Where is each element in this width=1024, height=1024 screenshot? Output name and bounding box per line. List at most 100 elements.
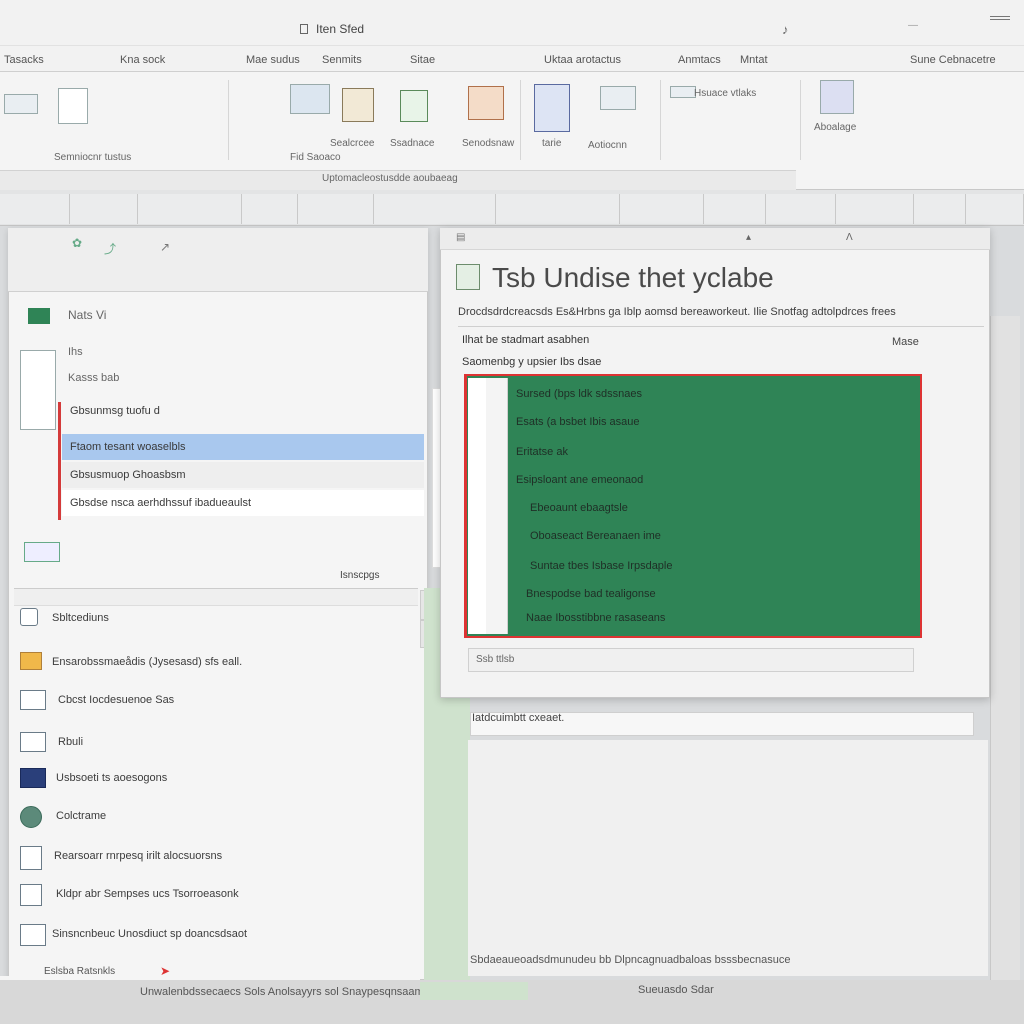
preview-line: Ebeoaunt ebaagtsle [530, 502, 628, 514]
dialog-title: Tsb Undise thet yclabe [492, 262, 774, 293]
column-header[interactable] [242, 194, 298, 224]
ribbon-group-label: Aotiocnn [588, 140, 627, 151]
option-row[interactable]: Rearsoarr rnrpesq irilt alocsuorsns [20, 842, 400, 872]
layout-icon[interactable] [600, 86, 636, 110]
option-label: Rbuli [58, 736, 84, 748]
status-text: Iatdcuimbtt cxeaet. [472, 712, 565, 724]
star-icon[interactable]: ✿ [72, 236, 82, 250]
tab-7[interactable]: Anmtacs [678, 54, 721, 66]
column-header[interactable] [766, 194, 836, 224]
group-divider [800, 80, 801, 160]
column-header[interactable] [374, 194, 496, 224]
option-label: Colctrame [56, 810, 107, 822]
table-icon[interactable] [290, 84, 330, 114]
list-item-selected[interactable]: Ftaom tesant woaselbls [62, 434, 424, 460]
column-header[interactable] [836, 194, 914, 224]
content-pane [468, 740, 988, 976]
right-dialog-toolbar [440, 228, 990, 250]
column-header[interactable] [914, 194, 966, 224]
dropdown-label[interactable]: Isnscpgs [340, 570, 379, 581]
preview-line: Oboaseact Bereanaen ime [530, 530, 661, 542]
ribbon-group-label: Sealcrcee [330, 138, 375, 149]
status-text: Unwalenbdssecaecs Sols Anolsayyrs sol Sn… [140, 986, 424, 998]
mode-selector[interactable]: Mase [892, 336, 919, 348]
ribbon-group-label: Aboalage [814, 122, 857, 133]
preview-line: Esipsloant ane emeonaod [516, 474, 644, 486]
arrange-icon[interactable] [820, 80, 854, 114]
dialog-description: Drocdsdrdcreacsds Es&Hrbns ga Iblp aomsd… [458, 306, 896, 318]
list-icon [20, 608, 38, 626]
sheet-preview-icon [20, 350, 56, 430]
sheet-icon [28, 308, 50, 324]
option-row[interactable]: Sinsncnbeuc Unosdiuct sp doancsdsaot [20, 920, 400, 950]
pin-icon[interactable]: ▴ [746, 232, 751, 243]
document-icon[interactable] [58, 88, 88, 124]
size-icon[interactable] [670, 86, 696, 98]
preview-line: Naae Ibosstibbne rasaseans [526, 612, 666, 624]
title-bar [0, 0, 1024, 46]
menu-button[interactable] [990, 14, 1010, 28]
green-indicator [420, 982, 528, 1000]
minimize-button[interactable]: — [908, 20, 918, 31]
doc-icon [20, 732, 46, 752]
tab-5[interactable]: Sitae [410, 54, 435, 66]
column-header[interactable] [704, 194, 766, 224]
preview-line: Eritatse ak [516, 446, 568, 458]
option-row[interactable]: Rbuli [20, 728, 400, 758]
arrow-icon[interactable]: ⤴ [104, 240, 116, 257]
share-icon[interactable]: ↗ [160, 240, 170, 254]
footer-label[interactable]: Ssb ttlsb [476, 654, 514, 665]
group-divider [660, 80, 661, 160]
ribbon-group-label: tarie [542, 138, 562, 149]
status-text: Sueuasdo Sdar [638, 984, 714, 996]
dialog-footer [468, 648, 914, 672]
doc-icon [20, 846, 42, 870]
column-header[interactable] [298, 194, 374, 224]
column-header[interactable] [496, 194, 620, 224]
column-header[interactable] [0, 194, 70, 224]
list-item[interactable]: Gbsunmsg tuofu d [62, 398, 424, 424]
tab-3[interactable]: Mae sudus [246, 54, 300, 66]
column-header[interactable] [138, 194, 242, 224]
tab-1[interactable]: Tasacks [4, 54, 44, 66]
doc-icon [20, 924, 46, 946]
tab-9[interactable]: Sune Cebnacetre [910, 54, 996, 66]
option-row[interactable]: Cbcst Iocdesuenoe Sas [20, 686, 400, 716]
tab-2[interactable]: Kna sock [120, 54, 165, 66]
preview-line: Sursed (bps ldk sdssnaes [516, 388, 642, 400]
list-item[interactable]: Gbsdse nsca aerhdhssuf ibadueaulst [62, 490, 424, 516]
tab-6[interactable]: Uktaa arotactus [544, 54, 621, 66]
option-row[interactable]: Sbltcediuns [20, 604, 400, 634]
preview-label: Saomenbg y upsier Ibs dsae [462, 356, 602, 368]
preview-line: Suntae tbes Isbase Irpsdaple [530, 560, 673, 572]
user-icon[interactable] [534, 84, 570, 132]
column-header[interactable] [966, 194, 1024, 224]
option-row[interactable]: Ensarobssmaeådis (Jysesasd) sfs eall. [20, 648, 400, 678]
figure-icon[interactable] [400, 90, 428, 122]
bell-icon[interactable]: ♪ [782, 22, 789, 37]
insert-shape-icon[interactable] [468, 86, 504, 120]
column-header[interactable] [620, 194, 704, 224]
ribbon-status-text: Uptomacleostusdde aoubaeag [322, 173, 458, 184]
vertical-scrollbar[interactable] [990, 316, 1020, 1006]
option-row[interactable]: Colctrame [20, 802, 400, 832]
tab-8[interactable]: Mntat [740, 54, 768, 66]
option-row[interactable]: Kldpr abr Sempses ucs Tsorroeasonk [20, 880, 400, 910]
image-icon [24, 542, 60, 562]
sheet-tab[interactable]: Eslsba Ratsnkls [44, 966, 115, 977]
ribbon-group-label: Ssadnace [390, 138, 435, 149]
column-header[interactable] [70, 194, 138, 224]
folder-icon [20, 652, 42, 670]
option-label: Sinsncnbeuc Unosdiuct sp doancsdsaot [52, 928, 248, 940]
left-dialog-header [8, 228, 428, 292]
option-row[interactable]: Usbsoeti ts aoesogons [20, 764, 400, 794]
person-icon[interactable] [342, 88, 374, 122]
tab-4[interactable]: Senmits [322, 54, 362, 66]
paste-icon[interactable] [4, 94, 38, 114]
sheet-icon [456, 264, 480, 290]
selection-marker [58, 402, 61, 520]
image-icon [20, 884, 42, 906]
left-header-label: Nats Vi [68, 308, 107, 322]
list-item[interactable]: Gbsusmuop Ghoasbsm [62, 462, 424, 488]
close-icon[interactable]: Λ [846, 232, 853, 243]
